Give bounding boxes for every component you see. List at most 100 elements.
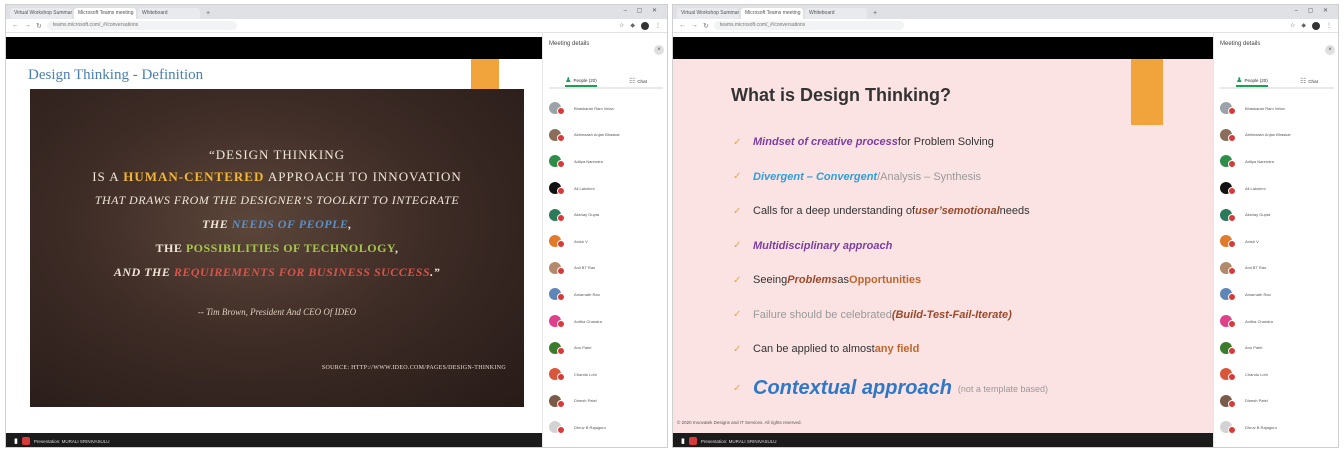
meeting-panel: Meeting details × ♟ People (20) ☷ Chat Bha… [542,33,667,447]
participant-name: Dhruv B Rajaguru [1245,424,1277,430]
participant-row[interactable]: Anish V [549,228,663,255]
pin-icon[interactable]: ▮ [681,437,685,445]
browser-tab-active[interactable]: Microsoft Teams meeting [74,8,136,19]
participant-name: Anu Patel [574,345,592,351]
participant-row[interactable]: Anil BT Rao [549,255,663,282]
highlight-needs: NEEDS OF PEOPLE [231,217,349,231]
browser-tab[interactable]: Virtual Workshop Summary [677,8,739,19]
participant-row[interactable]: Aditya Narendra [549,148,663,175]
star-icon[interactable]: ☆ [619,22,624,29]
close-icon[interactable]: × [1325,45,1335,55]
participant-name: Abhinaash Anjan Bhaskar [574,132,620,138]
reload-icon[interactable]: ↻ [703,22,709,30]
bullet-item: ✓ Failure should be celebrated (Build-Tes… [733,308,1012,321]
avatar [549,208,565,222]
window-controls[interactable]: – ▢ ✕ [1295,7,1332,14]
tab-chat[interactable]: ☷ Chat [1300,75,1318,87]
muted-mic-icon [557,373,565,382]
bullet-item: ✓ Can be applied to almost any field [733,343,920,356]
muted-mic-icon [1228,133,1236,142]
muted-mic-icon [1228,346,1236,355]
avatar [1220,155,1236,169]
participant-row[interactable]: Bhaskaran Ram Velan [1220,95,1334,122]
browser-tab[interactable]: Virtual Workshop Summary [10,8,72,19]
muted-mic-icon [557,213,565,222]
participant-row[interactable]: Dinesh Patel [549,388,663,415]
participant-row[interactable]: Dhruv B Rajaguru [1220,414,1334,441]
participant-row[interactable]: Chandu Lohi [549,361,663,388]
pin-icon[interactable]: ▮ [14,437,18,445]
participant-row[interactable]: Anu Patel [1220,334,1334,361]
slide-accent-bar [1131,59,1163,125]
participant-row[interactable]: Dinesh Patel [1220,388,1334,415]
close-icon[interactable]: × [654,45,664,55]
tab-people[interactable]: ♟ People (20) [565,75,597,87]
muted-mic-icon [1228,160,1236,169]
left-screenshot: Virtual Workshop Summary Microsoft Teams… [5,4,668,448]
participant-row[interactable]: All Lakshmi [1220,175,1334,202]
muted-mic-icon [1228,240,1236,249]
participant-row[interactable]: Amarnath Rao [549,281,663,308]
tab-people[interactable]: ♟ People (20) [1236,75,1268,87]
avatar [549,341,565,355]
url-field[interactable]: teams.microsoft.com/_#/conversations [46,21,237,30]
window-controls[interactable]: – ▢ ✕ [624,7,661,14]
browser-tab[interactable]: Whiteboard [138,8,200,19]
star-icon[interactable]: ☆ [1290,22,1295,29]
url-field[interactable]: teams.microsoft.com/_#/conversations [713,21,904,30]
browser-tab-active[interactable]: Microsoft Teams meeting [741,8,803,19]
participant-row[interactable]: All Lakshmi [549,175,663,202]
participant-row[interactable]: Chandu Lohi [1220,361,1334,388]
participant-name: Anil BT Rao [574,265,596,271]
profile-avatar[interactable] [1312,21,1320,30]
check-icon: ✓ [733,171,742,183]
back-icon[interactable]: ← [12,22,19,29]
new-tab-button[interactable]: + [869,10,881,19]
avatar [549,315,565,329]
check-icon: ✓ [733,205,742,217]
quote-author: -- Tim Brown, President And CEO Of IDEO [197,307,357,317]
extension-icon[interactable]: ◆ [630,22,635,29]
highlight-human-centered: HUMAN-CENTERED [123,169,265,184]
participant-row[interactable]: Akshay Gupta [1220,201,1334,228]
participant-row[interactable]: Dhruv B Rajaguru [549,414,663,441]
avatar [1220,182,1236,196]
address-bar: ← → ↻ teams.microsoft.com/_#/conversatio… [6,19,667,33]
participant-row[interactable]: Aditya Narendra [1220,148,1334,175]
participant-row[interactable]: Anitha Chandra [1220,308,1334,335]
forward-icon[interactable]: → [691,22,698,29]
muted-mic-icon [1228,213,1236,222]
participant-row[interactable]: Bhaskaran Ram Velan [549,95,663,122]
participant-name: Dhruv B Rajaguru [574,424,606,430]
muted-mic-icon [557,187,565,196]
profile-avatar[interactable] [641,21,649,30]
avatar [549,155,565,169]
participant-row[interactable]: Anil BT Rao [1220,255,1334,282]
participant-name: Amarnath Rao [1245,291,1271,297]
participant-row[interactable]: Abhinaash Anjan Bhaskar [1220,122,1334,149]
tab-chat[interactable]: ☷ Chat [629,75,647,87]
participant-name: Akshay Gupta [574,212,600,218]
quote-line: AND THE REQUIREMENTS FOR BUSINESS SUCCES… [113,265,441,279]
menu-icon[interactable]: ⋮ [655,22,661,29]
new-tab-button[interactable]: + [202,10,214,19]
participant-row[interactable]: Amarnath Rao [1220,281,1334,308]
back-icon[interactable]: ← [679,22,686,29]
participant-row[interactable]: Anish V [1220,228,1334,255]
participant-row[interactable]: Anu Patel [549,334,663,361]
muted-mic-icon [1228,293,1236,302]
browser-tabbar: Virtual Workshop Summary Microsoft Teams… [673,5,1338,19]
avatar [549,288,565,302]
participant-row[interactable]: Anitha Chandra [549,308,663,335]
participant-row[interactable]: Abhinaash Anjan Bhaskar [549,122,663,149]
quote-source: SOURCE: HTTP://WWW.IDEO.COM/PAGES/DESIGN… [321,365,506,371]
browser-tab[interactable]: Whiteboard [805,8,867,19]
forward-icon[interactable]: → [24,22,31,29]
extension-icon[interactable]: ◆ [1301,22,1306,29]
check-icon: ✓ [733,274,742,286]
participant-row[interactable]: Akshay Gupta [549,201,663,228]
reload-icon[interactable]: ↻ [36,22,42,30]
muted-mic-icon [557,426,565,435]
presenter-label: Presentation: MURALI SRINIVASULU [33,438,110,444]
menu-icon[interactable]: ⋮ [1326,22,1332,29]
